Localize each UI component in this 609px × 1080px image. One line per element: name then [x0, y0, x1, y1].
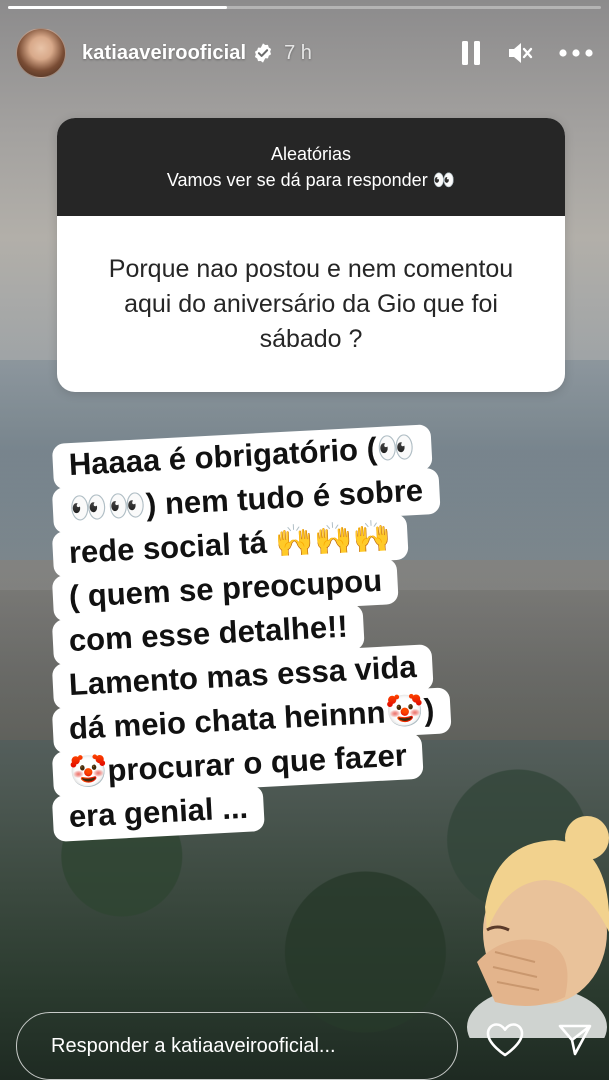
story-header: katiaaveirooficial 7 h: [16, 26, 593, 80]
mute-icon[interactable]: [507, 40, 533, 66]
pause-icon[interactable]: [461, 40, 481, 66]
heart-icon[interactable]: [485, 1022, 525, 1063]
facepalm-avatar-sticker: [467, 816, 609, 1038]
reply-input[interactable]: Responder a katiaaveirooficial...: [16, 1012, 458, 1080]
story-viewer[interactable]: katiaaveirooficial 7 h Aleatórias Vamos …: [0, 0, 609, 1080]
question-sticker[interactable]: Aleatórias Vamos ver se dá para responde…: [57, 118, 565, 392]
avatar[interactable]: [16, 28, 66, 78]
story-progress-fill: [8, 6, 228, 9]
question-header: Aleatórias Vamos ver se dá para responde…: [57, 118, 565, 216]
reply-actions: [485, 1022, 593, 1063]
question-title: Aleatórias: [270, 144, 352, 164]
verified-icon: [255, 43, 272, 63]
story-progress-bar: [8, 6, 601, 9]
username[interactable]: katiaaveirooficial: [82, 42, 246, 65]
question-text: Porque nao postou e nem comentou aqui do…: [108, 254, 514, 353]
send-icon[interactable]: [557, 1022, 593, 1063]
answer-text-block: Haaaa é obrigatório (👀 👀👀) nem tudo é sob…: [47, 424, 452, 842]
post-time: 7 h: [284, 41, 312, 64]
story-controls: [461, 40, 593, 66]
question-subtitle: Vamos ver se dá para responder 👀: [166, 170, 456, 190]
answer-line: era genial ...: [51, 784, 266, 842]
reply-placeholder: Responder a katiaaveirooficial...: [51, 1034, 336, 1057]
more-icon[interactable]: [559, 49, 593, 57]
